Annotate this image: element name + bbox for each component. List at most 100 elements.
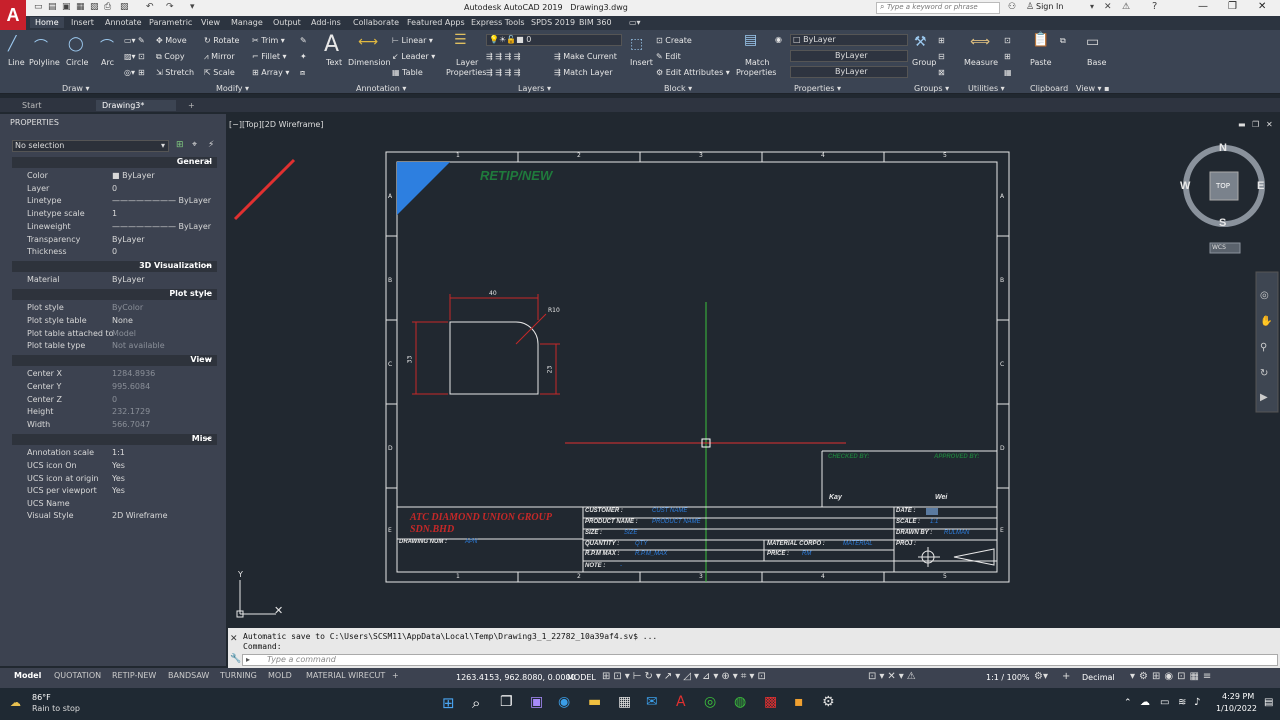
redo-icon[interactable]: ↷ <box>166 2 174 12</box>
prop-value[interactable]: 2D Wireframe <box>112 511 168 520</box>
autocad-taskbar-icon[interactable]: A <box>676 694 686 710</box>
autocad-logo[interactable]: A <box>0 0 26 30</box>
whatsapp-icon[interactable]: ◎ <box>704 694 716 710</box>
text-button[interactable]: Text <box>326 58 342 67</box>
open-icon[interactable]: ▤ <box>48 2 57 12</box>
edit-attributes-button[interactable]: ⚙ Edit Attributes ▾ <box>656 68 730 77</box>
draw-panel-label[interactable]: Draw ▾ <box>62 84 89 93</box>
web-mobile-icon[interactable]: ▧ <box>90 2 99 12</box>
autodesk-a360-icon[interactable]: ⚠ <box>1122 2 1130 12</box>
prop-value[interactable]: None <box>112 316 133 325</box>
undo-icon[interactable]: ↶ <box>146 2 154 12</box>
app-orange-icon[interactable]: ▪ <box>794 694 804 710</box>
lineweight-dropdown[interactable]: ByLayer <box>790 66 908 78</box>
tab-view[interactable]: View <box>196 17 225 28</box>
linear-button[interactable]: ⊢ Linear ▾ <box>392 36 433 45</box>
prop-value[interactable]: Yes <box>112 486 125 495</box>
draw-extra-3-icon[interactable]: ⊞ <box>138 68 145 77</box>
copy-clip-icon[interactable]: ⧉ <box>1060 36 1066 46</box>
prop-value[interactable]: ———————— ByLayer <box>112 196 211 205</box>
help-icon[interactable]: ? <box>1152 1 1157 12</box>
tab-annotate[interactable]: Annotate <box>100 17 147 28</box>
linetype-dropdown[interactable]: ByLayer <box>790 50 908 62</box>
search-input[interactable]: Type a keyword or phrase <box>876 2 1000 14</box>
tab-manage[interactable]: Manage <box>226 17 268 28</box>
color-dropdown[interactable]: □ ByLayer <box>790 34 908 46</box>
rotate-button[interactable]: ↻ Rotate <box>204 36 239 45</box>
part-outline-shape[interactable] <box>449 321 539 395</box>
orbit-icon[interactable]: ↻ <box>1260 368 1268 379</box>
tab-collaborate[interactable]: Collaborate <box>348 17 404 28</box>
arc-button[interactable]: Arc <box>101 58 114 67</box>
group-select-icon[interactable]: ⊠ <box>938 68 945 77</box>
tab-express-tools[interactable]: Express Tools <box>466 17 530 28</box>
copy-button[interactable]: ⧉ Copy <box>156 52 185 62</box>
match-properties-button-2[interactable]: Properties <box>736 68 776 77</box>
tab-turning[interactable]: TURNING <box>220 671 257 680</box>
prop-value[interactable]: Yes <box>112 461 125 470</box>
tab-drawing3[interactable]: Drawing3* <box>96 100 176 111</box>
group-button[interactable]: Group <box>912 58 936 67</box>
group-edit-icon[interactable]: ⊟ <box>938 52 945 61</box>
circle-button[interactable]: Circle <box>66 58 88 67</box>
layer-tool-icons-1[interactable]: ⇶ ⇶ ⇶ ⇶ <box>486 52 520 61</box>
new-tab-icon[interactable]: + <box>182 100 201 111</box>
section-misc[interactable]: Misc − <box>12 434 217 445</box>
annotation-scale[interactable]: 1:1 / 100% <box>986 673 1030 682</box>
trim-button[interactable]: ✂ Trim ▾ <box>252 36 285 45</box>
line-button[interactable]: Line <box>8 58 25 67</box>
paste-button[interactable]: Paste <box>1030 58 1052 67</box>
section-plot-style[interactable]: Plot style − <box>12 289 217 300</box>
cloud-tray-icon[interactable]: ☁ <box>1140 697 1150 708</box>
array-button[interactable]: ⊞ Array ▾ <box>252 68 289 77</box>
showmotion-icon[interactable]: ▶ <box>1260 392 1268 403</box>
red-line-shape[interactable] <box>233 158 296 221</box>
binoculars-icon[interactable]: ⚇ <box>1008 2 1016 12</box>
minimize-icon[interactable]: — <box>1198 1 1208 12</box>
create-block-button[interactable]: ⊡ Create <box>656 36 692 45</box>
tab-home[interactable]: Home <box>30 17 64 28</box>
table-button[interactable]: ▦ Table <box>392 68 423 77</box>
windows-start-icon[interactable]: ⊞ <box>442 694 455 712</box>
region-icon[interactable]: ◎▾ <box>124 68 135 77</box>
edge-icon[interactable]: ◉ <box>558 694 570 710</box>
fillet-button[interactable]: ⌐ Fillet ▾ <box>252 52 287 61</box>
weather-icon[interactable]: ☁ <box>10 696 21 709</box>
app-2021-icon[interactable]: ▩ <box>764 694 777 710</box>
tab-mold[interactable]: MOLD <box>268 671 292 680</box>
wifi-icon[interactable]: ≋ <box>1178 697 1186 708</box>
tab-parametric[interactable]: Parametric <box>144 17 197 28</box>
clock-date[interactable]: 1/10/2022 <box>1216 704 1257 713</box>
task-view-icon[interactable]: ❐ <box>500 694 513 710</box>
properties-panel-label[interactable]: Properties ▾ <box>794 84 841 93</box>
wechat-icon[interactable]: ◍ <box>734 694 746 710</box>
tab-start[interactable]: Start <box>16 100 48 111</box>
viewcube-top-label[interactable]: TOP <box>1216 182 1230 190</box>
tab-featured-apps[interactable]: Featured Apps <box>402 17 470 28</box>
leader-button[interactable]: ↙ Leader ▾ <box>392 52 435 61</box>
volume-icon[interactable]: ♪ <box>1194 697 1200 708</box>
tab-bim360[interactable]: BIM 360 <box>574 17 617 28</box>
block-panel-label[interactable]: Block ▾ <box>664 84 692 93</box>
section-3d-visualization[interactable]: 3D Visualization − <box>12 261 217 272</box>
offset-icon[interactable]: ⧈ <box>300 68 305 78</box>
prop-value[interactable]: ■ ByLayer <box>112 171 155 180</box>
tab-quotation[interactable]: QUOTATION <box>54 671 101 680</box>
section-view[interactable]: View − <box>12 355 217 366</box>
teams-icon[interactable]: ▣ <box>530 694 543 710</box>
ribbon-options-icon[interactable]: ▭▾ <box>624 17 646 28</box>
command-input[interactable]: Type a command <box>242 654 1278 666</box>
layer-dropdown[interactable]: 💡☀🔓■ 0 <box>486 34 622 46</box>
notifications-icon[interactable]: ▤ <box>1264 697 1273 708</box>
edit-block-button[interactable]: ✎ Edit <box>656 52 681 61</box>
viewcube-east[interactable]: E <box>1257 180 1264 192</box>
groups-panel-label[interactable]: Groups ▾ <box>914 84 949 93</box>
clock-time[interactable]: 4:29 PM <box>1222 692 1254 701</box>
save-icon[interactable]: ▣ <box>62 2 71 12</box>
app-gear-icon[interactable]: ⚙ <box>822 694 835 710</box>
erase-icon[interactable]: ✎ <box>300 36 307 45</box>
tab-bandsaw[interactable]: BANDSAW <box>168 671 209 680</box>
section-general[interactable]: General − <box>12 157 217 168</box>
tab-spds[interactable]: SPDS 2019 <box>526 17 580 28</box>
layer-properties-button-1[interactable]: Layer <box>456 58 478 67</box>
